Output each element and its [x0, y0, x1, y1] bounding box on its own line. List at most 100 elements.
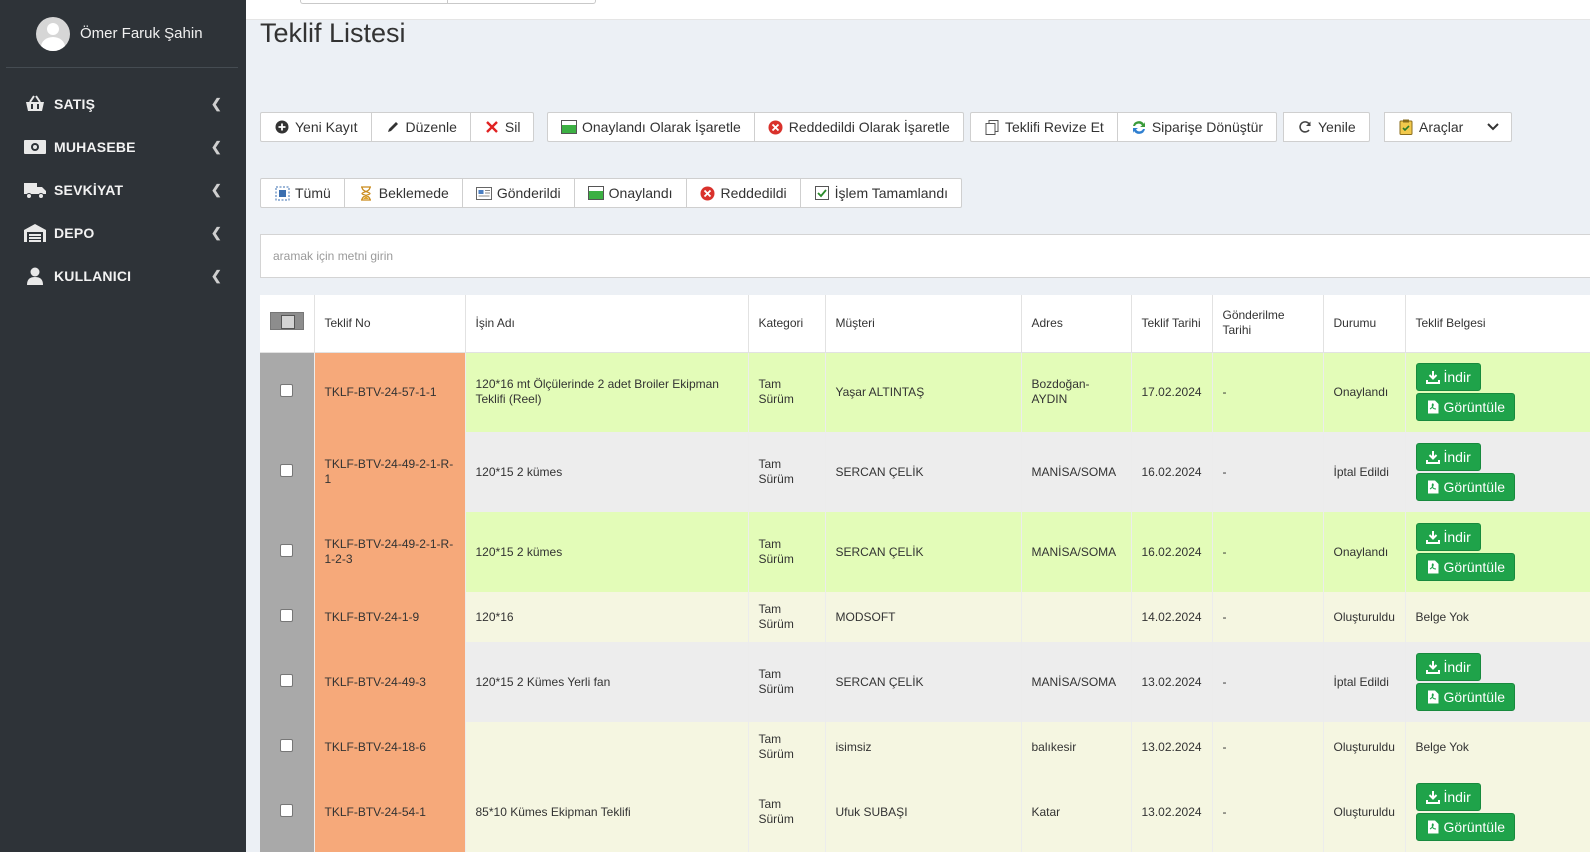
cell-gonderilme-tarihi: -: [1212, 772, 1324, 852]
table-row[interactable]: TKLF-BTV-24-49-3 120*15 2 Kümes Yerli fan…: [260, 642, 1590, 722]
download-button[interactable]: İndir: [1415, 443, 1481, 471]
row-checkbox[interactable]: [280, 673, 294, 687]
tools-dropdown-button[interactable]: Araçlar: [1384, 112, 1513, 142]
sidebar-item-satis[interactable]: SATIŞ ❮: [0, 82, 246, 125]
cell-teklif-tarihi: 16.02.2024: [1131, 432, 1213, 512]
cell-isin-adi: [465, 722, 749, 772]
mark-rejected-label: Reddedildi Olarak İşaretle: [788, 119, 950, 135]
select-all-checkbox[interactable]: [269, 312, 304, 331]
view-label: Görüntüle: [1443, 478, 1505, 495]
cell-teklif-tarihi: 13.02.2024: [1131, 642, 1213, 722]
cell-adres: Bozdoğan-AYDIN: [1021, 352, 1132, 432]
hourglass-icon: [358, 185, 374, 201]
view-button[interactable]: Görüntüle: [1415, 813, 1515, 841]
reject-circle-icon: [700, 185, 716, 201]
filter-sent-button[interactable]: Gönderildi: [461, 178, 575, 208]
document-actions: İndir Görüntüle: [1415, 443, 1582, 501]
row-checkbox-cell[interactable]: [260, 772, 315, 852]
row-checkbox-cell[interactable]: [260, 352, 315, 432]
select-all-checkbox-cell[interactable]: [260, 295, 315, 353]
view-button[interactable]: Görüntüle: [1415, 683, 1515, 711]
green-flag-icon: [561, 119, 577, 135]
cell-musteri: SERCAN ÇELİK: [825, 642, 1022, 722]
mark-approved-button[interactable]: Onaylandı Olarak İşaretle: [547, 112, 755, 142]
header-gonderilme-tarihi[interactable]: Gönderilme Tarihi: [1212, 295, 1324, 353]
chevron-left-icon: ❮: [210, 138, 222, 154]
copy-icon: [984, 119, 1000, 135]
filter-pending-button[interactable]: Beklemede: [343, 178, 463, 208]
header-adres[interactable]: Adres: [1021, 295, 1132, 353]
quote-table: Teklif No İşin Adı Kategori Müşteri Adre…: [260, 295, 1590, 852]
row-checkbox[interactable]: [280, 383, 294, 397]
cell-isin-adi: 120*15 2 kümes: [465, 512, 749, 592]
filter-rejected-button[interactable]: Reddedildi: [685, 178, 801, 208]
top-search-box[interactable]: [300, 0, 596, 4]
sidebar-item-muhasebe[interactable]: MUHASEBE ❮: [0, 125, 246, 168]
row-checkbox-cell[interactable]: [260, 722, 315, 772]
document-actions: İndir Görüntüle: [1415, 783, 1582, 841]
sidebar-menu: SATIŞ ❮ MUHASEBE ❮ SEVKİYAT ❮ DEPO ❮ KUL…: [0, 82, 246, 297]
row-checkbox[interactable]: [280, 463, 294, 477]
download-button[interactable]: İndir: [1415, 653, 1481, 681]
download-button[interactable]: İndir: [1415, 523, 1481, 551]
delete-button[interactable]: Sil: [469, 112, 535, 142]
refresh-button[interactable]: Yenile: [1283, 112, 1370, 142]
cell-teklif-belgesi: Belge Yok: [1405, 722, 1590, 772]
table-search-input[interactable]: [261, 235, 1590, 277]
header-teklif-belgesi[interactable]: Teklif Belgesi: [1405, 295, 1590, 353]
convert-icon: [1131, 119, 1147, 135]
plus-circle-icon: [274, 119, 290, 135]
row-checkbox[interactable]: [280, 608, 294, 622]
header-teklif-tarihi[interactable]: Teklif Tarihi: [1131, 295, 1213, 353]
filter-all-button[interactable]: Tümü: [260, 178, 345, 208]
basket-icon: [24, 94, 46, 113]
header-kategori[interactable]: Kategori: [748, 295, 826, 353]
download-label: İndir: [1443, 788, 1471, 805]
header-teklif-no[interactable]: Teklif No: [314, 295, 466, 353]
header-musteri[interactable]: Müşteri: [825, 295, 1022, 353]
table-row[interactable]: TKLF-BTV-24-57-1-1 120*16 mt Ölçülerinde …: [260, 352, 1590, 432]
row-checkbox-cell[interactable]: [260, 592, 315, 642]
table-row[interactable]: TKLF-BTV-24-54-1 85*10 Kümes Ekipman Tekl…: [260, 772, 1590, 852]
download-button[interactable]: İndir: [1415, 783, 1481, 811]
pdf-file-icon: [1426, 480, 1440, 494]
table-row[interactable]: TKLF-BTV-24-49-2-1-R-1 120*15 2 kümes Tam …: [260, 432, 1590, 512]
filter-completed-button[interactable]: İşlem Tamamlandı: [799, 178, 963, 208]
pdf-file-icon: [1426, 690, 1440, 704]
sidebar-item-sevkiyat[interactable]: SEVKİYAT ❮: [0, 168, 246, 211]
mark-approved-label: Onaylandı Olarak İşaretle: [582, 119, 741, 135]
sidebar-item-kullanici[interactable]: KULLANICI ❮: [0, 254, 246, 297]
sidebar-item-depo[interactable]: DEPO ❮: [0, 211, 246, 254]
row-checkbox[interactable]: [280, 803, 294, 817]
view-button[interactable]: Görüntüle: [1415, 553, 1515, 581]
avatar[interactable]: [36, 16, 70, 51]
header-isin-adi[interactable]: İşin Adı: [465, 295, 749, 353]
row-checkbox-cell[interactable]: [260, 512, 315, 592]
row-checkbox[interactable]: [280, 543, 294, 557]
new-record-button[interactable]: Yeni Kayıt: [260, 112, 372, 142]
table-row[interactable]: TKLF-BTV-24-18-6 Tam Sürüm isimsiz balıkesi…: [260, 722, 1590, 772]
warehouse-icon: [24, 223, 46, 242]
pdf-file-icon: [1426, 820, 1440, 834]
row-checkbox-cell[interactable]: [260, 642, 315, 722]
cell-adres: MANİSA/SOMA: [1021, 512, 1132, 592]
view-label: Görüntüle: [1443, 688, 1505, 705]
mark-rejected-button[interactable]: Reddedildi Olarak İşaretle: [753, 112, 964, 142]
select-all-icon: [274, 185, 290, 201]
revise-button[interactable]: Teklifi Revize Et: [970, 112, 1118, 142]
table-row[interactable]: TKLF-BTV-24-49-2-1-R-1-2-3 120*15 2 kümes…: [260, 512, 1590, 592]
cell-teklif-no: TKLF-BTV-24-49-3: [314, 642, 466, 722]
convert-order-button[interactable]: Siparişe Dönüştür: [1116, 112, 1278, 142]
cell-musteri: SERCAN ÇELİK: [825, 432, 1022, 512]
header-durumu[interactable]: Durumu: [1323, 295, 1406, 353]
view-button[interactable]: Görüntüle: [1415, 473, 1515, 501]
cell-gonderilme-tarihi: -: [1212, 722, 1324, 772]
sidebar: Ömer Faruk Şahin SATIŞ ❮ MUHASEBE ❮ SEVK…: [0, 0, 246, 852]
row-checkbox-cell[interactable]: [260, 432, 315, 512]
download-button[interactable]: İndir: [1415, 363, 1481, 392]
table-row[interactable]: TKLF-BTV-24-1-9 120*16 Tam Sürüm MODSOFT 14.…: [260, 592, 1590, 642]
edit-button[interactable]: Düzenle: [370, 112, 471, 142]
row-checkbox[interactable]: [280, 738, 294, 752]
view-button[interactable]: Görüntüle: [1415, 393, 1515, 422]
filter-approved-button[interactable]: Onaylandı: [573, 178, 687, 208]
